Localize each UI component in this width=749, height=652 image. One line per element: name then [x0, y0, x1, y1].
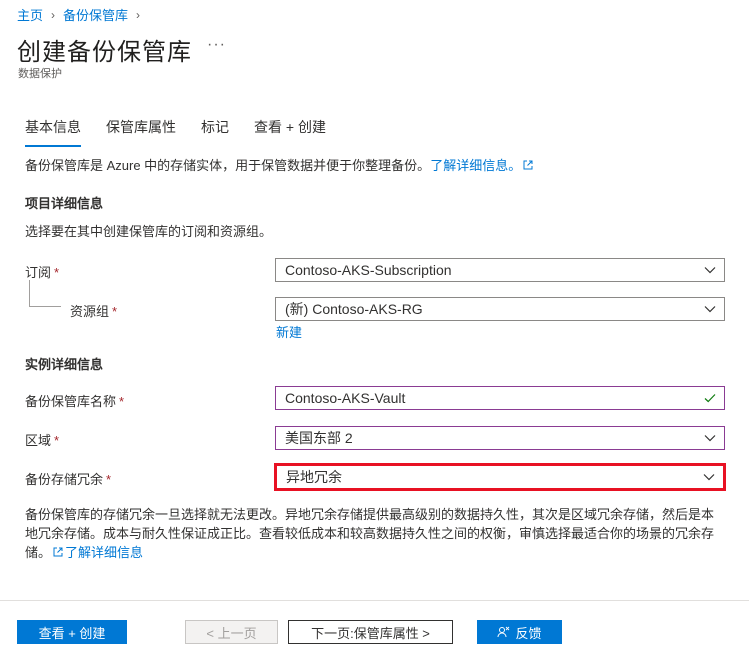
required-asterisk: * [119, 394, 125, 409]
feedback-icon [497, 626, 510, 637]
subscription-value: Contoso-AKS-Subscription [285, 262, 452, 278]
tab-basics[interactable]: 基本信息 [25, 117, 81, 147]
vault-name-input[interactable]: Contoso-AKS-Vault [275, 386, 725, 410]
chevron-down-icon [699, 427, 721, 449]
page-subtitle: 数据保护 [18, 68, 62, 80]
feedback-button[interactable]: 反馈 [477, 620, 562, 644]
subscription-dropdown[interactable]: Contoso-AKS-Subscription [275, 258, 725, 282]
storage-redundancy-value: 异地冗余 [286, 469, 342, 485]
vault-name-value: Contoso-AKS-Vault [285, 390, 406, 406]
footer-divider [0, 600, 749, 601]
required-asterisk: * [112, 304, 118, 319]
intro-text: 备份保管库是 Azure 中的存储实体，用于保管数据并便于你整理备份。了解详细信… [25, 155, 533, 174]
region-label: 区域 * [25, 430, 59, 449]
review-create-button[interactable]: 查看 + 创建 [17, 620, 127, 644]
chevron-down-icon [698, 466, 720, 488]
redundancy-note: 备份保管库的存储冗余一旦选择就无法更改。异地冗余存储提供最高级别的数据持久性，其… [25, 505, 725, 562]
storage-redundancy-label: 备份存储冗余 * [25, 469, 111, 488]
chevron-down-icon [699, 298, 721, 320]
subscription-label-text: 订阅 [25, 265, 52, 280]
region-dropdown[interactable]: 美国东部 2 [275, 426, 725, 450]
project-details-heading: 项目详细信息 [25, 196, 104, 211]
tree-connector [29, 280, 30, 306]
tab-bar: 基本信息 保管库属性 标记 查看 + 创建 [25, 117, 351, 147]
required-asterisk: * [54, 265, 60, 280]
chevron-right-icon: › [51, 7, 56, 22]
external-link-icon [523, 160, 533, 170]
project-details-description: 选择要在其中创建保管库的订阅和资源组。 [25, 224, 273, 239]
resource-group-label-text: 资源组 [70, 304, 110, 319]
redundancy-learn-more-link[interactable]: 了解详细信息 [65, 545, 143, 560]
more-options-icon[interactable]: ··· [207, 36, 226, 54]
tab-review-create[interactable]: 查看 + 创建 [254, 117, 326, 147]
feedback-label: 反馈 [515, 625, 542, 641]
intro-description: 备份保管库是 Azure 中的存储实体，用于保管数据并便于你整理备份。 [25, 158, 431, 173]
region-value: 美国东部 2 [285, 430, 353, 446]
breadcrumb: 主页 › 备份保管库 › [17, 5, 148, 24]
vault-name-label: 备份保管库名称 * [25, 391, 124, 410]
previous-button[interactable]: < 上一页 [185, 620, 278, 644]
resource-group-dropdown[interactable]: (新) Contoso-AKS-RG [275, 297, 725, 321]
checkmark-icon [699, 387, 721, 409]
breadcrumb-home-link[interactable]: 主页 [17, 5, 43, 24]
learn-more-link[interactable]: 了解详细信息。 [430, 158, 521, 173]
required-asterisk: * [54, 433, 60, 448]
breadcrumb-vault-link[interactable]: 备份保管库 [63, 5, 128, 24]
next-vault-properties-button[interactable]: 下一页:保管库属性 > [288, 620, 453, 644]
create-new-resource-group-link[interactable]: 新建 [276, 322, 302, 341]
page-title: 创建备份保管库 [17, 39, 192, 66]
external-link-icon [53, 547, 63, 557]
region-label-text: 区域 [25, 433, 52, 448]
tab-tags[interactable]: 标记 [201, 117, 229, 147]
storage-redundancy-dropdown[interactable]: 异地冗余 [275, 464, 725, 490]
resource-group-value: (新) Contoso-AKS-RG [285, 301, 423, 317]
chevron-down-icon [699, 259, 721, 281]
tab-vault-properties[interactable]: 保管库属性 [106, 117, 176, 147]
storage-redundancy-label-text: 备份存储冗余 [25, 472, 104, 487]
chevron-right-icon: › [136, 7, 141, 22]
instance-details-heading: 实例详细信息 [25, 357, 104, 372]
resource-group-label: 资源组 * [70, 301, 117, 320]
tree-connector [29, 306, 61, 307]
required-asterisk: * [106, 472, 112, 487]
vault-name-label-text: 备份保管库名称 [25, 394, 117, 409]
subscription-label: 订阅 * [25, 262, 59, 281]
